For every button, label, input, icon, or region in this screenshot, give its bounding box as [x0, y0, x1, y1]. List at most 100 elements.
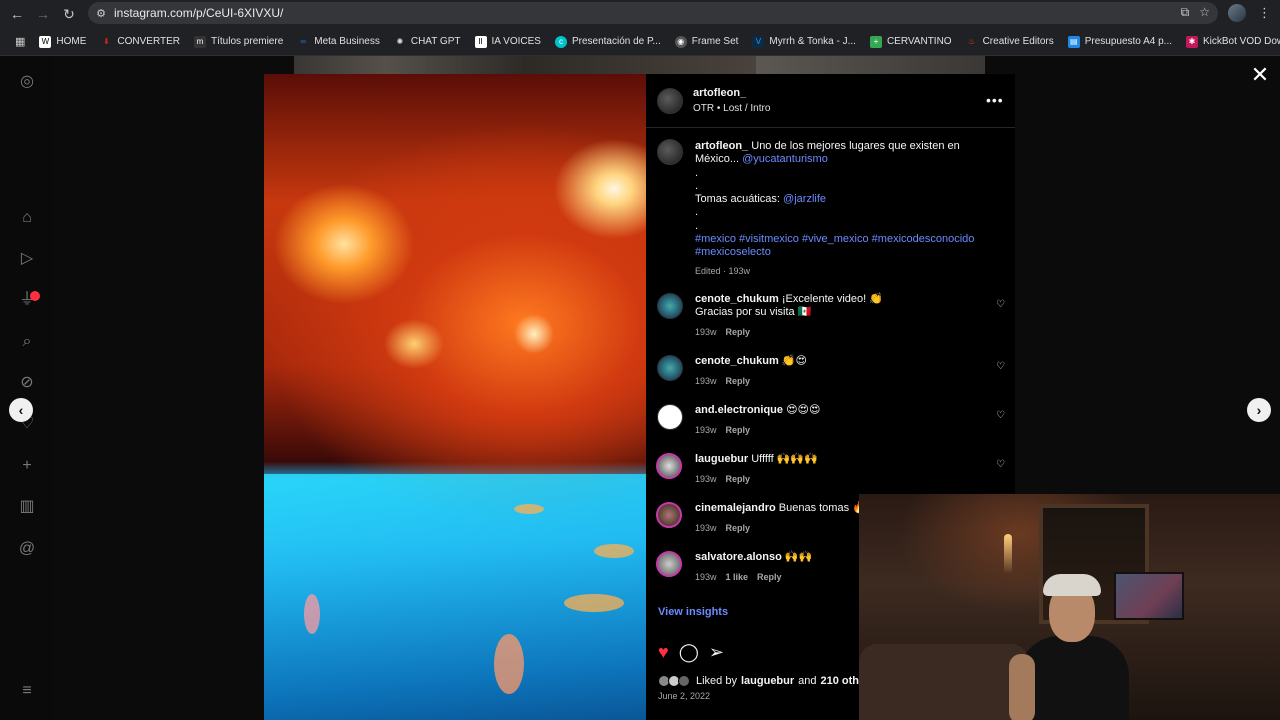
browser-toolbar: ← → ↻ ⚙ instagram.com/p/CeUI-6XIVXU/ ⧉ ☆… — [0, 0, 1280, 28]
address-bar[interactable]: ⚙ instagram.com/p/CeUI-6XIVXU/ ⧉ ☆ — [88, 2, 1218, 24]
profile-avatar[interactable] — [1228, 4, 1246, 22]
reply-button[interactable]: Reply — [757, 572, 782, 582]
post-media-video[interactable] — [264, 74, 646, 720]
apps-icon[interactable]: ▦ — [8, 35, 32, 48]
edited-timestamp: Edited · 193w — [695, 265, 751, 276]
back-icon[interactable]: ← — [4, 2, 30, 26]
bookmarks-bar: ▦ W HOME ⬇ CONVERTER m Títulos premiere ∞ Me… — [0, 28, 1280, 56]
site-settings-icon[interactable]: ⚙ — [88, 7, 114, 20]
wix-icon: W — [39, 35, 52, 48]
comment-like-icon[interactable]: ♡ — [996, 299, 1005, 310]
reply-button[interactable]: Reply — [726, 425, 751, 435]
post-date: June 2, 2022 — [658, 691, 711, 701]
media-reflection — [594, 544, 634, 558]
bookmark-frameset[interactable]: ◉ Frame Set — [668, 35, 746, 48]
home-icon[interactable]: ⌂ — [17, 208, 37, 228]
media-reflection — [564, 594, 624, 612]
bookmark-chatgpt[interactable]: ✺ CHAT GPT — [387, 36, 468, 48]
liker-username[interactable]: lauguebur — [741, 675, 794, 687]
share-icon[interactable]: ➢ — [709, 642, 724, 663]
reload-icon[interactable]: ↻ — [56, 2, 82, 26]
caption-username[interactable]: artofleon_ — [695, 140, 748, 152]
reels-icon[interactable]: ▷ — [17, 249, 37, 269]
flame-icon: ♨ — [967, 36, 976, 46]
bookmark-creative-editors[interactable]: ♨ Creative Editors — [959, 36, 1061, 48]
browser-menu-icon[interactable]: ⋮ — [1258, 5, 1271, 21]
commenter-username[interactable]: cinemalejandro — [695, 502, 776, 514]
explore-icon[interactable]: ⊘ — [17, 373, 37, 393]
bookmark-presupuesto[interactable]: ▤ Presupuesto A4 p... — [1061, 35, 1179, 48]
bookmark-cervantino[interactable]: + CERVANTINO — [863, 35, 959, 48]
download-icon: ⬇ — [103, 36, 110, 46]
bookmark-star-icon[interactable]: ☆ — [1199, 5, 1210, 20]
author-username[interactable]: artofleon_ — [693, 87, 746, 99]
cam-person — [1009, 574, 1139, 720]
plus-green-icon: + — [869, 35, 882, 48]
audio-info[interactable]: OTR • Lost / Intro — [693, 103, 770, 114]
url-text[interactable]: instagram.com/p/CeUI-6XIVXU/ — [114, 6, 283, 20]
view-insights-link[interactable]: View insights — [658, 606, 728, 618]
comment-item: cenote_chukum 👏😍 193w Reply ♡ — [646, 355, 1015, 401]
openai-icon: ✺ — [396, 36, 404, 46]
background-thumbnail — [756, 56, 985, 74]
more-options-icon[interactable]: ••• — [986, 92, 1004, 108]
background-thumbnail — [524, 56, 756, 74]
commenter-username[interactable]: lauguebur — [695, 453, 748, 465]
post-caption: artofleon_ Uno de los mejores lugares qu… — [695, 140, 995, 278]
commenter-username[interactable]: cenote_chukum — [695, 293, 779, 305]
commenter-avatar[interactable] — [657, 293, 683, 319]
liked-by: Liked by lauguebur and 210 othe — [658, 675, 865, 687]
comment-like-icon[interactable]: ♡ — [996, 361, 1005, 372]
media-reflection — [494, 634, 524, 694]
reply-button[interactable]: Reply — [726, 474, 751, 484]
reply-button[interactable]: Reply — [726, 327, 751, 337]
commenter-avatar[interactable] — [656, 502, 682, 528]
dashboard-icon[interactable]: ▥ — [17, 497, 37, 517]
comment-likes-count[interactable]: 1 like — [726, 572, 749, 582]
reply-button[interactable]: Reply — [726, 523, 751, 533]
create-plus-icon[interactable]: + — [17, 456, 37, 476]
media-reflection — [304, 594, 320, 634]
commenter-avatar[interactable] — [656, 551, 682, 577]
commenter-avatar[interactable] — [657, 404, 683, 430]
like-heart-icon[interactable]: ♥ — [658, 642, 669, 663]
instagram-logo-icon[interactable]: ◎ — [17, 72, 37, 92]
mention-link[interactable]: @jarzlife — [783, 193, 826, 205]
bookmark-presentacion[interactable]: c Presentación de P... — [548, 35, 668, 48]
ii-icon: II — [474, 35, 487, 48]
forward-icon[interactable]: → — [30, 2, 56, 26]
bookmark-myrrh[interactable]: V Myrrh & Tonka - J... — [745, 35, 863, 48]
comment-icon[interactable]: ◯ — [679, 642, 699, 663]
comment-like-icon[interactable]: ♡ — [996, 410, 1005, 421]
media-reflection — [514, 504, 544, 514]
more-menu-icon[interactable]: ≡ — [17, 681, 37, 701]
commenter-avatar[interactable] — [657, 355, 683, 381]
install-app-icon[interactable]: ⧉ — [1181, 5, 1190, 20]
comment-like-icon[interactable]: ♡ — [996, 459, 1005, 470]
search-icon[interactable]: ⌕ — [17, 332, 37, 352]
commenter-username[interactable]: and.electronique — [695, 404, 783, 416]
bookmark-kickbot[interactable]: ✱KickBot VOD Dowl... — [1179, 35, 1280, 48]
hashtags[interactable]: #mexico #visitmexico #vive_mexico #mexic… — [695, 233, 974, 258]
commenter-username[interactable]: cenote_chukum — [695, 355, 779, 367]
comment-item: lauguebur Ufffff 🙌🙌🙌 193w Reply ♡ — [646, 453, 1015, 499]
caption-avatar[interactable] — [657, 139, 683, 165]
threads-icon[interactable]: @ — [17, 539, 37, 559]
author-avatar[interactable] — [657, 88, 683, 114]
mention-link[interactable]: @yucatanturismo — [742, 153, 828, 165]
canva-icon: c — [554, 35, 567, 48]
next-post-button[interactable]: › — [1247, 398, 1271, 422]
bookmark-converter[interactable]: ⬇ CONVERTER — [93, 36, 187, 48]
bookmark-home[interactable]: W HOME — [32, 35, 93, 48]
frameset-icon: ◉ — [674, 35, 687, 48]
bookmark-meta[interactable]: ∞ Meta Business — [290, 36, 387, 48]
kickbot-icon: ✱ — [1186, 35, 1198, 48]
bookmark-ia-voices[interactable]: II IA VOICES — [468, 35, 548, 48]
commenter-username[interactable]: salvatore.alonso — [695, 551, 782, 563]
close-icon[interactable]: ✕ — [1249, 64, 1271, 86]
m-icon: m — [194, 35, 207, 48]
previous-post-button[interactable]: ‹ — [9, 398, 33, 422]
commenter-avatar[interactable] — [656, 453, 682, 479]
reply-button[interactable]: Reply — [726, 376, 751, 386]
bookmark-titulos[interactable]: m Títulos premiere — [187, 35, 290, 48]
